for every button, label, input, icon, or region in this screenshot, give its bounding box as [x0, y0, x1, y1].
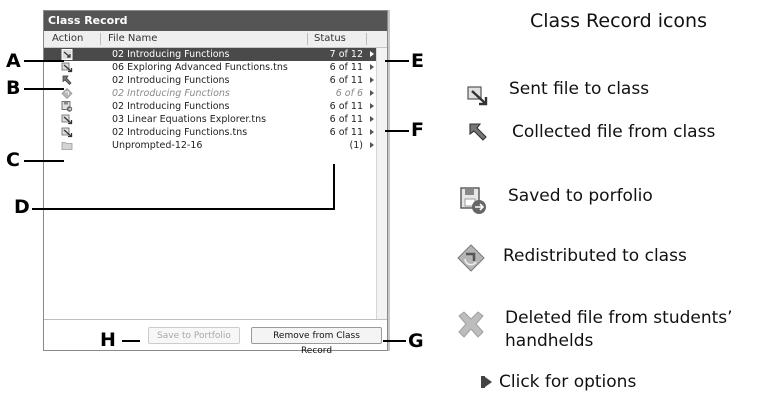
callout-h-line — [122, 340, 140, 342]
redistributed-icon — [457, 244, 485, 272]
collected-file-icon — [62, 75, 72, 85]
saved-portfolio-icon — [460, 187, 486, 214]
callout-a-line — [24, 60, 64, 62]
legend-label: Redistributed to class — [503, 246, 687, 266]
column-separator — [366, 33, 367, 45]
status-value: 6 of 11 — [329, 101, 363, 112]
save-to-portfolio-button[interactable]: Save to Portfolio — [148, 327, 240, 344]
status-value: 7 of 12 — [329, 49, 363, 60]
column-header-action[interactable]: Action — [52, 31, 83, 47]
callout-f: F — [411, 119, 424, 141]
panel-title: Class Record — [44, 11, 387, 31]
list-item[interactable]: 02 Introducing Functions 6 of 6 — [44, 87, 387, 100]
status-value: 6 of 6 — [335, 88, 363, 99]
file-name: 02 Introducing Functions — [112, 88, 230, 99]
options-arrow-icon[interactable] — [370, 142, 374, 148]
options-arrow-icon[interactable] — [370, 64, 374, 70]
legend-title: Class Record icons — [530, 10, 708, 32]
sent-file-icon — [61, 114, 73, 125]
legend-label: Click for options — [499, 372, 637, 392]
file-name: 02 Introducing Functions — [112, 101, 230, 112]
file-name: 02 Introducing Functions.tns — [112, 127, 248, 138]
column-separator — [100, 33, 101, 45]
list-item[interactable]: 02 Introducing Functions.tns 6 of 11 — [44, 126, 387, 139]
status-value: 6 of 11 — [329, 75, 363, 86]
list-item[interactable]: 06 Exploring Advanced Functions.tns 6 of… — [44, 61, 387, 74]
list-item[interactable]: 03 Linear Equations Explorer.tns 6 of 11 — [44, 113, 387, 126]
callout-d-line — [32, 208, 334, 210]
callout-h: H — [100, 329, 116, 351]
sent-file-icon — [61, 62, 73, 73]
saved-portfolio-icon — [61, 101, 73, 112]
column-separator — [307, 33, 308, 45]
collected-file-icon — [469, 123, 487, 141]
panel-footer: Save to Portfolio Remove from Class Reco… — [44, 319, 387, 356]
options-arrow-icon[interactable] — [370, 116, 374, 122]
sent-file-icon — [61, 49, 73, 60]
column-header-file-name[interactable]: File Name — [108, 31, 157, 47]
vertical-scrollbar[interactable] — [376, 48, 387, 320]
callout-f-line — [385, 130, 409, 132]
list-item[interactable]: 02 Introducing Functions 7 of 12 — [44, 48, 387, 61]
column-header-row: Action File Name Status — [44, 31, 387, 48]
status-value: 6 of 11 — [329, 114, 363, 125]
list-item[interactable]: 02 Introducing Functions 6 of 11 — [44, 74, 387, 87]
sent-file-icon — [61, 127, 73, 138]
class-record-list: 02 Introducing Functions 7 of 12 06 Expl… — [44, 48, 387, 152]
file-name: 02 Introducing Functions — [112, 49, 230, 60]
column-header-status[interactable]: Status — [314, 31, 346, 47]
callout-a: A — [6, 50, 21, 72]
callout-g-line — [383, 340, 406, 342]
legend-label: Collected file from class — [512, 122, 716, 142]
options-arrow-icon[interactable] — [370, 90, 374, 96]
file-name: 06 Exploring Advanced Functions.tns — [112, 62, 288, 73]
callout-d-line-vertical — [333, 164, 335, 210]
list-item[interactable]: 02 Introducing Functions 6 of 11 — [44, 100, 387, 113]
options-arrow-icon[interactable] — [370, 77, 374, 83]
file-name: 03 Linear Equations Explorer.tns — [112, 114, 267, 125]
callout-e: E — [411, 50, 424, 72]
options-arrow-icon — [481, 376, 492, 388]
sent-file-icon — [467, 86, 488, 106]
callout-c-line — [24, 160, 64, 162]
deleted-file-icon — [458, 311, 484, 338]
file-name: Unprompted-12-16 — [112, 140, 203, 151]
legend-label-continued: handhelds — [505, 331, 594, 351]
legend-label: Sent file to class — [509, 79, 650, 99]
options-arrow-icon[interactable] — [370, 129, 374, 135]
callout-e-line — [385, 60, 409, 62]
options-arrow-icon[interactable] — [370, 51, 374, 57]
class-record-panel: Class Record Action File Name Status 02 … — [43, 10, 388, 356]
folder-icon — [61, 142, 73, 150]
callout-g: G — [408, 330, 424, 352]
legend-label: Deleted file from students’ — [505, 308, 733, 328]
remove-from-class-record-button[interactable]: Remove from Class Record — [251, 327, 382, 356]
status-value: 6 of 11 — [329, 62, 363, 73]
file-name: 02 Introducing Functions — [112, 75, 230, 86]
callout-b: B — [6, 77, 21, 99]
options-arrow-icon[interactable] — [370, 103, 374, 109]
callout-c: C — [6, 149, 20, 171]
callout-b-line — [24, 88, 64, 90]
legend-label: Saved to porfolio — [508, 186, 653, 206]
status-value: 6 of 11 — [329, 127, 363, 138]
callout-d: D — [14, 196, 30, 218]
list-item[interactable]: Unprompted-12-16 (1) — [44, 139, 387, 152]
status-value: (1) — [349, 140, 363, 151]
